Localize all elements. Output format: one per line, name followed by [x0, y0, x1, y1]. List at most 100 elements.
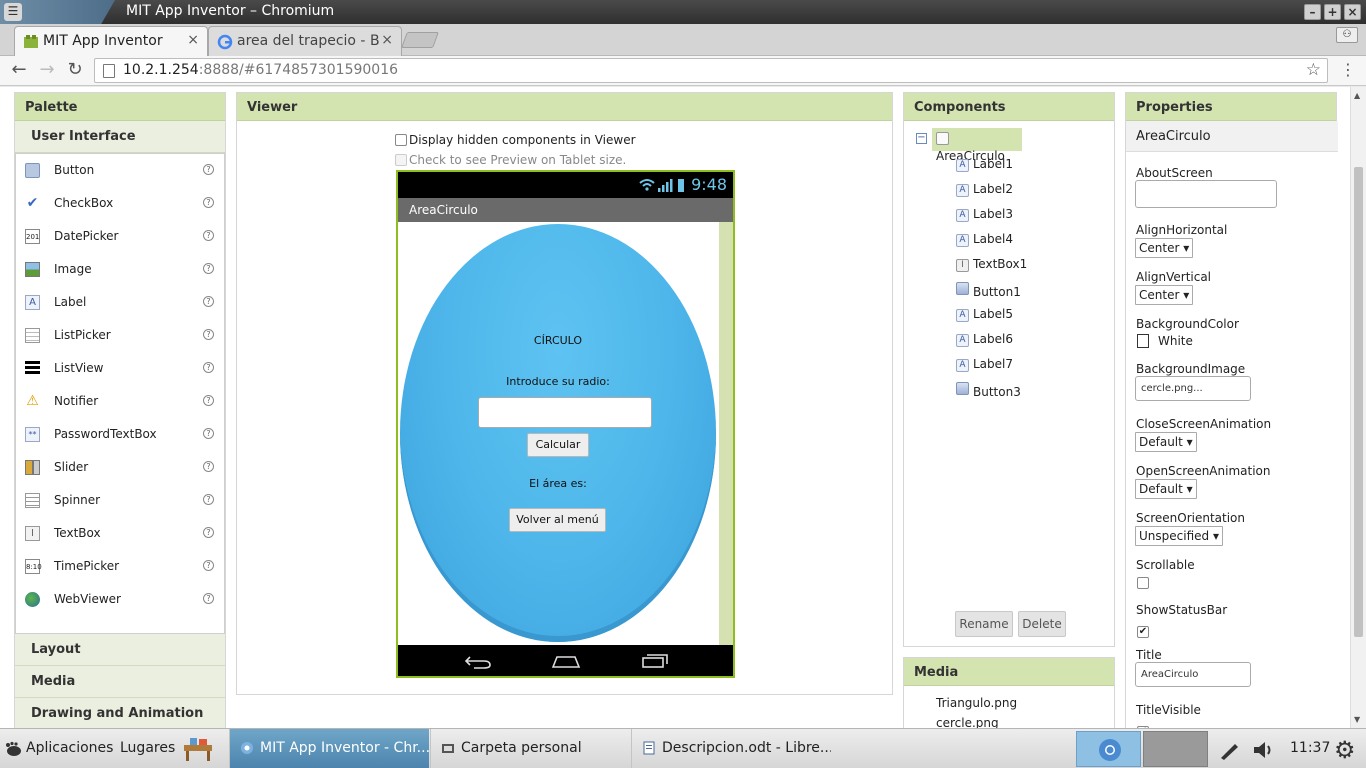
help-icon[interactable]: ?	[203, 197, 214, 208]
drawer-media[interactable]: Media	[15, 666, 225, 698]
scroll-down-icon[interactable]: ▼	[1354, 715, 1360, 724]
palette-item-label[interactable]: A Label ?	[16, 286, 224, 319]
align-horizontal-select[interactable]: Center ▾	[1135, 238, 1194, 258]
help-icon[interactable]: ?	[203, 527, 214, 538]
align-vertical-select[interactable]: Center ▾	[1135, 285, 1194, 305]
calcular-button[interactable]: Calcular	[527, 433, 589, 457]
prompt-label[interactable]: Introduce su radio:	[400, 375, 716, 388]
taskbar-clock[interactable]: 11:37	[1290, 729, 1330, 768]
about-screen-textarea[interactable]	[1135, 180, 1277, 208]
task-descripcion-odt[interactable]: Descripcion.odt - Libre...	[631, 729, 831, 768]
reload-icon[interactable]: ↻	[64, 60, 86, 82]
checkbox[interactable]	[395, 154, 407, 166]
show-status-bar-checkbox[interactable]	[1137, 621, 1151, 638]
profile-icon[interactable]: ⚇	[1336, 27, 1358, 43]
task-mit-app-inventor[interactable]: MIT App Inventor - Chr...	[229, 729, 429, 768]
palette-item-listview[interactable]: ListView ?	[16, 352, 224, 385]
palette-item-listpicker[interactable]: ListPicker ?	[16, 319, 224, 352]
tablet-preview-checkbox[interactable]: Check to see Preview on Tablet size.	[395, 153, 626, 167]
minimize-icon[interactable]: –	[1304, 4, 1321, 20]
help-icon[interactable]: ?	[203, 593, 214, 604]
close-animation-select[interactable]: Default ▾	[1135, 432, 1197, 452]
collapse-icon[interactable]: −	[916, 133, 927, 144]
back-arrow-icon[interactable]: ←	[8, 60, 30, 82]
pen-icon[interactable]	[1218, 739, 1242, 761]
drawer-drawing-and-animation[interactable]: Drawing and Animation	[15, 698, 225, 728]
palette-item-spinner[interactable]: Spinner ?	[16, 484, 224, 517]
heading-label[interactable]: CÍRCULO	[400, 334, 716, 347]
tree-item-label1[interactable]: A Label1	[956, 157, 1013, 172]
window-menu-icon[interactable]: ☰	[4, 3, 22, 21]
volume-icon[interactable]	[1252, 739, 1276, 761]
rename-button[interactable]: Rename	[955, 611, 1013, 637]
palette-item-button[interactable]: Button ?	[16, 154, 224, 187]
workspace-1[interactable]	[1076, 731, 1141, 767]
help-icon[interactable]: ?	[203, 428, 214, 439]
tree-item-label4[interactable]: A Label4	[956, 232, 1013, 247]
result-label[interactable]: El área es:	[400, 477, 716, 490]
tree-item-label7[interactable]: A Label7	[956, 357, 1013, 372]
tab-area-del-trapecio[interactable]: area del trapecio - B ×	[208, 26, 402, 56]
media-file[interactable]: Triangulo.png	[936, 696, 1017, 710]
title-input[interactable]: AreaCirculo	[1135, 662, 1251, 687]
delete-button[interactable]: Delete	[1018, 611, 1066, 637]
open-animation-select[interactable]: Default ▾	[1135, 479, 1197, 499]
media-file[interactable]: cercle.png	[936, 716, 999, 728]
desktop-launcher-icon[interactable]	[182, 735, 214, 763]
drawer-user-interface[interactable]: User Interface	[15, 121, 225, 153]
help-icon[interactable]: ?	[203, 329, 214, 340]
checkbox[interactable]	[1137, 577, 1149, 589]
title-visible-checkbox[interactable]	[1137, 721, 1151, 728]
applications-menu[interactable]: Aplicaciones	[26, 729, 113, 768]
tab-mit-app-inventor[interactable]: MIT App Inventor ×	[14, 26, 208, 56]
forward-arrow-icon[interactable]: →	[36, 60, 58, 82]
tree-item-root[interactable]: AreaCirculo	[932, 128, 1022, 163]
tree-item-textbox1[interactable]: I TextBox1	[956, 257, 1027, 272]
help-icon[interactable]: ?	[203, 395, 214, 406]
checkbox[interactable]	[1137, 626, 1149, 638]
address-bar[interactable]: 10.2.1.254:8888/#6174857301590016 ☆	[94, 58, 1328, 83]
palette-item-notifier[interactable]: ⚠ Notifier ?	[16, 385, 224, 418]
tree-item-label5[interactable]: A Label5	[956, 307, 1013, 322]
palette-item-passwordtextbox[interactable]: ** PasswordTextBox ?	[16, 418, 224, 451]
palette-item-slider[interactable]: Slider ?	[16, 451, 224, 484]
workspace-2[interactable]	[1143, 731, 1208, 767]
help-icon[interactable]: ?	[203, 461, 214, 472]
maximize-icon[interactable]: +	[1324, 4, 1341, 20]
help-icon[interactable]: ?	[203, 164, 214, 175]
close-window-icon[interactable]: ×	[1344, 4, 1361, 20]
background-color-value[interactable]: White	[1158, 334, 1193, 348]
task-carpeta-personal[interactable]: Carpeta personal	[430, 729, 630, 768]
display-hidden-checkbox[interactable]: Display hidden components in Viewer	[395, 133, 636, 147]
tree-item-button3[interactable]: Button3	[956, 382, 1021, 399]
scrollable-checkbox[interactable]	[1137, 576, 1151, 590]
checkbox[interactable]	[395, 134, 407, 146]
tab-close-icon[interactable]: ×	[187, 32, 199, 48]
new-tab-button[interactable]	[401, 32, 439, 48]
color-swatch[interactable]	[1137, 334, 1149, 348]
bookmark-star-icon[interactable]: ☆	[1306, 60, 1321, 80]
palette-item-image[interactable]: Image ?	[16, 253, 224, 286]
help-icon[interactable]: ?	[203, 263, 214, 274]
chrome-menu-icon[interactable]: ⋮	[1340, 60, 1356, 79]
palette-item-checkbox[interactable]: ✔ CheckBox ?	[16, 187, 224, 220]
places-menu[interactable]: Lugares	[120, 729, 175, 768]
scroll-up-icon[interactable]: ▲	[1354, 91, 1360, 100]
palette-item-datepicker[interactable]: 201 DatePicker ?	[16, 220, 224, 253]
tab-close-icon[interactable]: ×	[381, 32, 393, 48]
scrollbar-thumb[interactable]	[1354, 167, 1363, 637]
palette-item-textbox[interactable]: I TextBox ?	[16, 517, 224, 550]
help-icon[interactable]: ?	[203, 560, 214, 571]
palette-item-timepicker[interactable]: 8:10 TimePicker ?	[16, 550, 224, 583]
volver-menu-button[interactable]: Volver al menú	[509, 508, 606, 532]
page-scrollbar[interactable]: ▲ ▼	[1350, 87, 1366, 728]
radius-textbox[interactable]	[478, 397, 652, 428]
palette-item-webviewer[interactable]: WebViewer ?	[16, 583, 224, 616]
help-icon[interactable]: ?	[203, 362, 214, 373]
help-icon[interactable]: ?	[203, 296, 214, 307]
drawer-layout[interactable]: Layout	[15, 634, 225, 666]
background-image-picker[interactable]: cercle.png...	[1135, 376, 1251, 401]
tree-item-label6[interactable]: A Label6	[956, 332, 1013, 347]
system-gear-icon[interactable]: ⚙	[1334, 736, 1356, 764]
tree-item-label3[interactable]: A Label3	[956, 207, 1013, 222]
